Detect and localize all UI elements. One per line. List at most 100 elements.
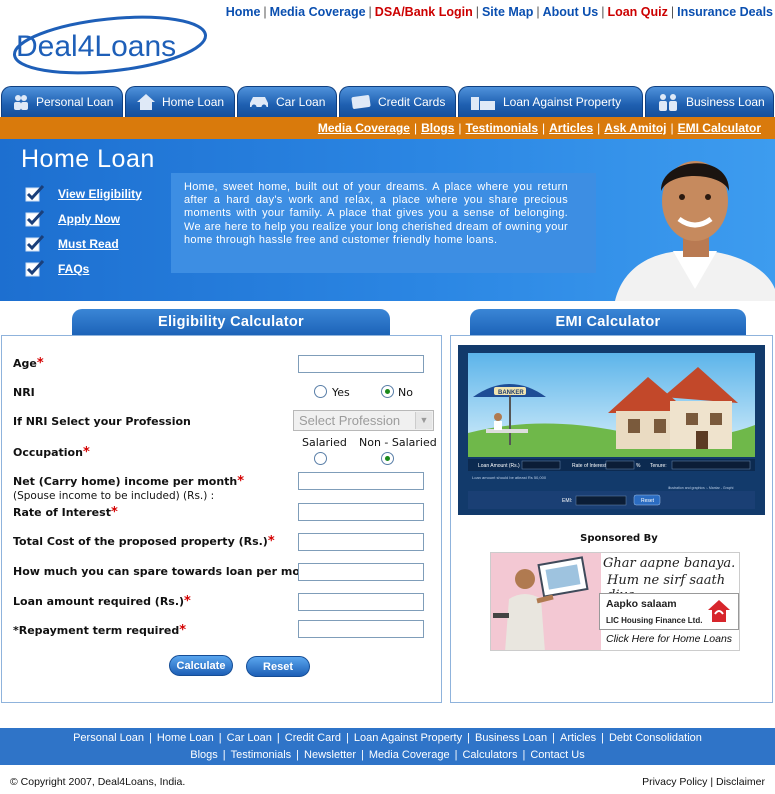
emi-credit-text: illustration and graphics :- Mantar - Gr… — [668, 486, 734, 490]
sub-nav-blogs[interactable]: Blogs — [421, 121, 454, 135]
hero-link-item: FAQs — [25, 256, 142, 281]
footer-link[interactable]: Personal Loan — [73, 732, 144, 744]
disclaimer-link[interactable]: Disclaimer — [716, 776, 765, 788]
footer-link[interactable]: Business Loan — [475, 732, 547, 744]
checkbox-tick-icon — [25, 235, 44, 252]
top-nav-site-map[interactable]: Site Map — [482, 5, 533, 19]
page-title: Home Loan — [21, 145, 155, 173]
profession-select-value: Select Profession — [299, 413, 401, 428]
footer-link[interactable]: Calculators — [462, 749, 517, 761]
emi-rate-input[interactable] — [605, 460, 635, 470]
banker-sign-text: BANKER — [498, 390, 524, 396]
rate-of-interest-input[interactable] — [298, 503, 424, 521]
footer-link[interactable]: Articles — [560, 732, 596, 744]
property-cost-input[interactable] — [298, 533, 424, 551]
nri-no-radio[interactable] — [381, 385, 394, 398]
footer-link[interactable]: Car Loan — [227, 732, 272, 744]
footer-link[interactable]: Debt Consolidation — [609, 732, 702, 744]
smiling-man-photo — [615, 161, 775, 301]
reset-button[interactable]: Reset — [246, 656, 310, 677]
age-label: Age* — [13, 356, 44, 371]
calculate-button[interactable]: Calculate — [169, 655, 233, 676]
main-tabs: Personal Loan Home Loan Car Loan Credit … — [0, 86, 775, 117]
spare-per-month-label: How much you can spare towards loan per … — [13, 564, 328, 579]
hero-links: View Eligibility Apply Now Must Read FAQ… — [25, 181, 142, 281]
ad-line-1: Ghar aapne banaya. — [603, 556, 736, 571]
footer-link[interactable]: Testimonials — [231, 749, 292, 761]
lic-housing-ad-banner[interactable]: Ghar aapne banaya. Hum ne sirf saath diy… — [490, 552, 740, 651]
must-read-link[interactable]: Must Read — [58, 237, 119, 251]
spare-per-month-input[interactable] — [298, 563, 424, 581]
sub-nav: Media Coverage | Blogs | Testimonials | Articl… — [0, 117, 775, 139]
hero-link-item: View Eligibility — [25, 181, 142, 206]
nri-yes-label: Yes — [332, 386, 350, 399]
tab-business-loan[interactable]: Business Loan — [645, 86, 774, 117]
faqs-link[interactable]: FAQs — [58, 262, 89, 276]
emi-rate-label: Rate of Interest: — [572, 463, 608, 469]
emi-calculator-widget[interactable]: BANKER Loan Amount (Rs.) Rate of Interes… — [458, 345, 765, 515]
ad-salaam-text: Aapko salaam — [606, 598, 677, 610]
emi-percent-label: % — [636, 463, 641, 469]
tab-car-loan[interactable]: Car Loan — [237, 86, 337, 117]
nri-label: NRI — [13, 386, 35, 399]
top-nav-about-us[interactable]: About Us — [543, 5, 599, 19]
repayment-term-label: *Repayment term required* — [13, 623, 187, 638]
repayment-term-input[interactable] — [298, 620, 424, 638]
income-sub-label: (Spouse income to be included) (Rs.) : — [13, 490, 215, 502]
tab-label: Credit Cards — [378, 95, 446, 109]
footer-link[interactable]: Blogs — [190, 749, 218, 761]
occupation-salaried-radio[interactable] — [314, 452, 327, 465]
chevron-down-icon: ▼ — [415, 412, 432, 429]
checkbox-tick-icon — [25, 260, 44, 277]
checkbox-tick-icon — [25, 210, 44, 227]
ad-cta[interactable]: Click Here for Home Loans — [606, 633, 732, 645]
emi-allowed-note: Loan amount should be atleast Rs 50,000 — [472, 475, 547, 480]
car-icon — [250, 97, 268, 110]
top-nav-media-coverage[interactable]: Media Coverage — [270, 5, 366, 19]
emi-loan-amount-label: Loan Amount (Rs.) — [478, 463, 520, 469]
footer-link[interactable]: Newsletter — [304, 749, 356, 761]
eligibility-calculator-header: Eligibility Calculator — [72, 309, 390, 335]
apply-now-link[interactable]: Apply Now — [58, 212, 120, 226]
privacy-policy-link[interactable]: Privacy Policy — [642, 776, 707, 788]
footer-row-2: Blogs | Testimonials | Newsletter | Media Cove… — [190, 749, 585, 761]
tab-label: Loan Against Property — [503, 95, 622, 109]
property-cost-label: Total Cost of the proposed property (Rs.… — [13, 534, 275, 549]
tab-personal-loan[interactable]: Personal Loan — [1, 86, 123, 117]
emi-loan-amount-input[interactable] — [521, 460, 561, 470]
business-people-icon — [659, 94, 677, 111]
deal4loans-logo[interactable]: Deal4Loans — [10, 14, 210, 76]
tab-home-loan[interactable]: Home Loan — [125, 86, 235, 117]
income-label: Net (Carry home) income per month* (Spous… — [13, 474, 245, 502]
sub-nav-ask-amitoj[interactable]: Ask Amitoj — [604, 121, 666, 135]
emi-result-field[interactable] — [575, 495, 627, 506]
top-nav-loan-quiz[interactable]: Loan Quiz — [607, 5, 667, 19]
sub-nav-articles[interactable]: Articles — [549, 121, 593, 135]
footer-link[interactable]: Home Loan — [157, 732, 214, 744]
footer-link[interactable]: Contact Us — [530, 749, 584, 761]
checkbox-tick-icon — [25, 185, 44, 202]
loan-amount-input[interactable] — [298, 593, 424, 611]
footer-link[interactable]: Credit Card — [285, 732, 341, 744]
footer-link[interactable]: Loan Against Property — [354, 732, 462, 744]
hero-description: Home, sweet home, built out of your drea… — [171, 173, 596, 273]
top-nav-home[interactable]: Home — [226, 5, 261, 19]
sub-nav-testimonials[interactable]: Testimonials — [466, 121, 538, 135]
footer-link[interactable]: Media Coverage — [369, 749, 450, 761]
tab-credit-cards[interactable]: Credit Cards — [339, 86, 456, 117]
profession-select[interactable]: Select Profession ▼ — [293, 410, 434, 431]
sub-nav-emi-calculator[interactable]: EMI Calculator — [678, 121, 761, 135]
top-nav-dsa-bank-login[interactable]: DSA/Bank Login — [375, 5, 473, 19]
nri-yes-radio[interactable] — [314, 385, 327, 398]
occupation-non-salaried-radio[interactable] — [381, 452, 394, 465]
top-nav-insurance-deals[interactable]: Insurance Deals — [677, 5, 773, 19]
sub-nav-media-coverage[interactable]: Media Coverage — [318, 121, 410, 135]
tab-loan-against-property[interactable]: Loan Against Property — [458, 86, 643, 117]
hero-link-item: Must Read — [25, 231, 142, 256]
tab-label: Car Loan — [276, 95, 326, 109]
emi-tenure-slider[interactable] — [671, 460, 751, 470]
income-input[interactable] — [298, 472, 424, 490]
loan-amount-label: Loan amount required (Rs.)* — [13, 594, 191, 609]
view-eligibility-link[interactable]: View Eligibility — [58, 187, 142, 201]
age-input[interactable] — [298, 355, 424, 373]
